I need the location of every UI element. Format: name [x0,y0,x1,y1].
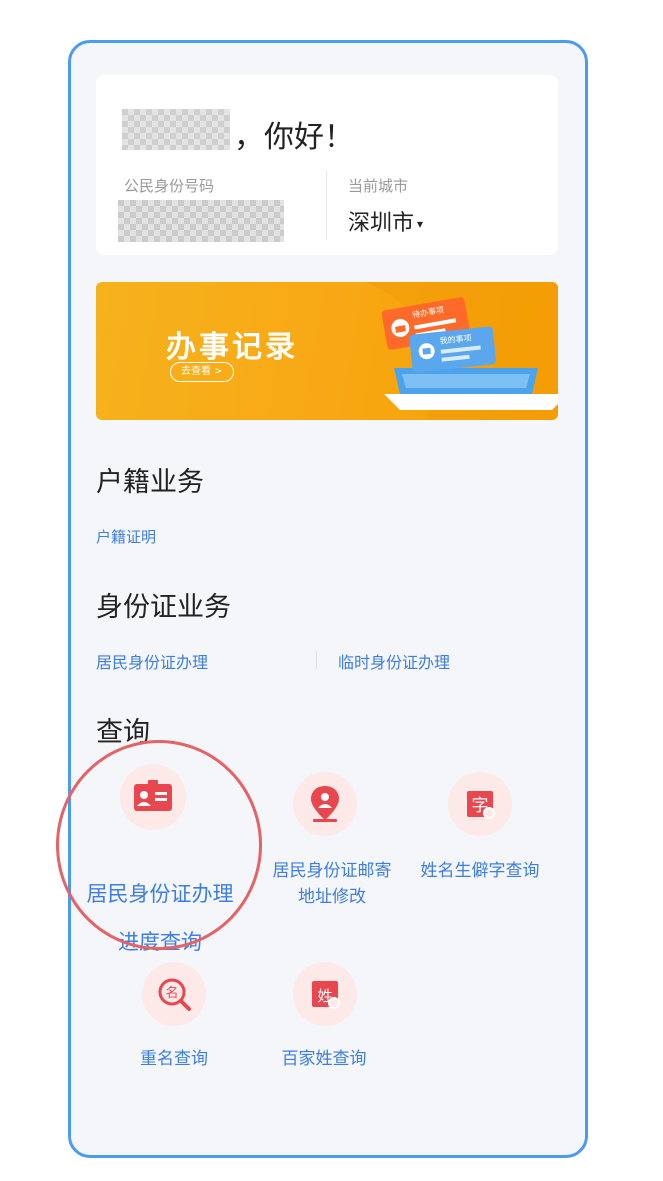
duplicate-name-search-icon: 名 [142,962,206,1026]
service-record-banner[interactable]: 办事记录 去查看 > 待办事项 我的事项 [96,282,558,420]
query-item-label: 姓名生僻字查询 [420,861,540,881]
city-selector[interactable]: 深圳市 ▾ [348,205,423,237]
divider [326,170,327,240]
rare-character-icon: 字 [448,772,512,836]
query-item-label: 居民身份证邮寄 [272,861,392,881]
query-section-title: 查询 [96,717,150,748]
idcard-section-title: 身份证业务 [96,592,231,623]
query-item-label-line2: 进度查询 [118,930,202,954]
greeting-text: ，你好！ [234,120,354,155]
query-item-label: 重名查询 [140,1049,208,1069]
idcard-apply-link[interactable]: 居民身份证办理 [96,649,208,673]
household-certificate-link[interactable]: 户籍证明 [96,526,156,547]
banner-view-button[interactable]: 去查看 > [170,362,234,382]
id-number-label: 公民身份号码 [124,177,215,195]
cards-illustration-icon: 待办事项 我的事项 [366,282,558,420]
current-city-label: 当前城市 [348,177,409,195]
query-item-label-line2: 地址修改 [298,887,366,907]
surname-icon: 姓 [293,962,357,1026]
city-value: 深圳市 [348,211,415,236]
query-item-label: 百家姓查询 [281,1049,367,1069]
query-item-label: 居民身份证办理 [86,882,234,906]
household-section-title: 户籍业务 [96,467,204,498]
banner-title: 办事记录 [166,330,298,365]
temp-idcard-apply-link[interactable]: 临时身份证办理 [338,649,450,673]
redacted-id-number [118,200,284,242]
redacted-name [122,109,230,150]
location-person-icon [293,772,357,836]
duplicate-name-glyph: 名 [165,985,178,1001]
chevron-down-icon: ▾ [417,217,424,231]
id-card-icon [120,764,186,830]
link-divider [316,651,317,669]
